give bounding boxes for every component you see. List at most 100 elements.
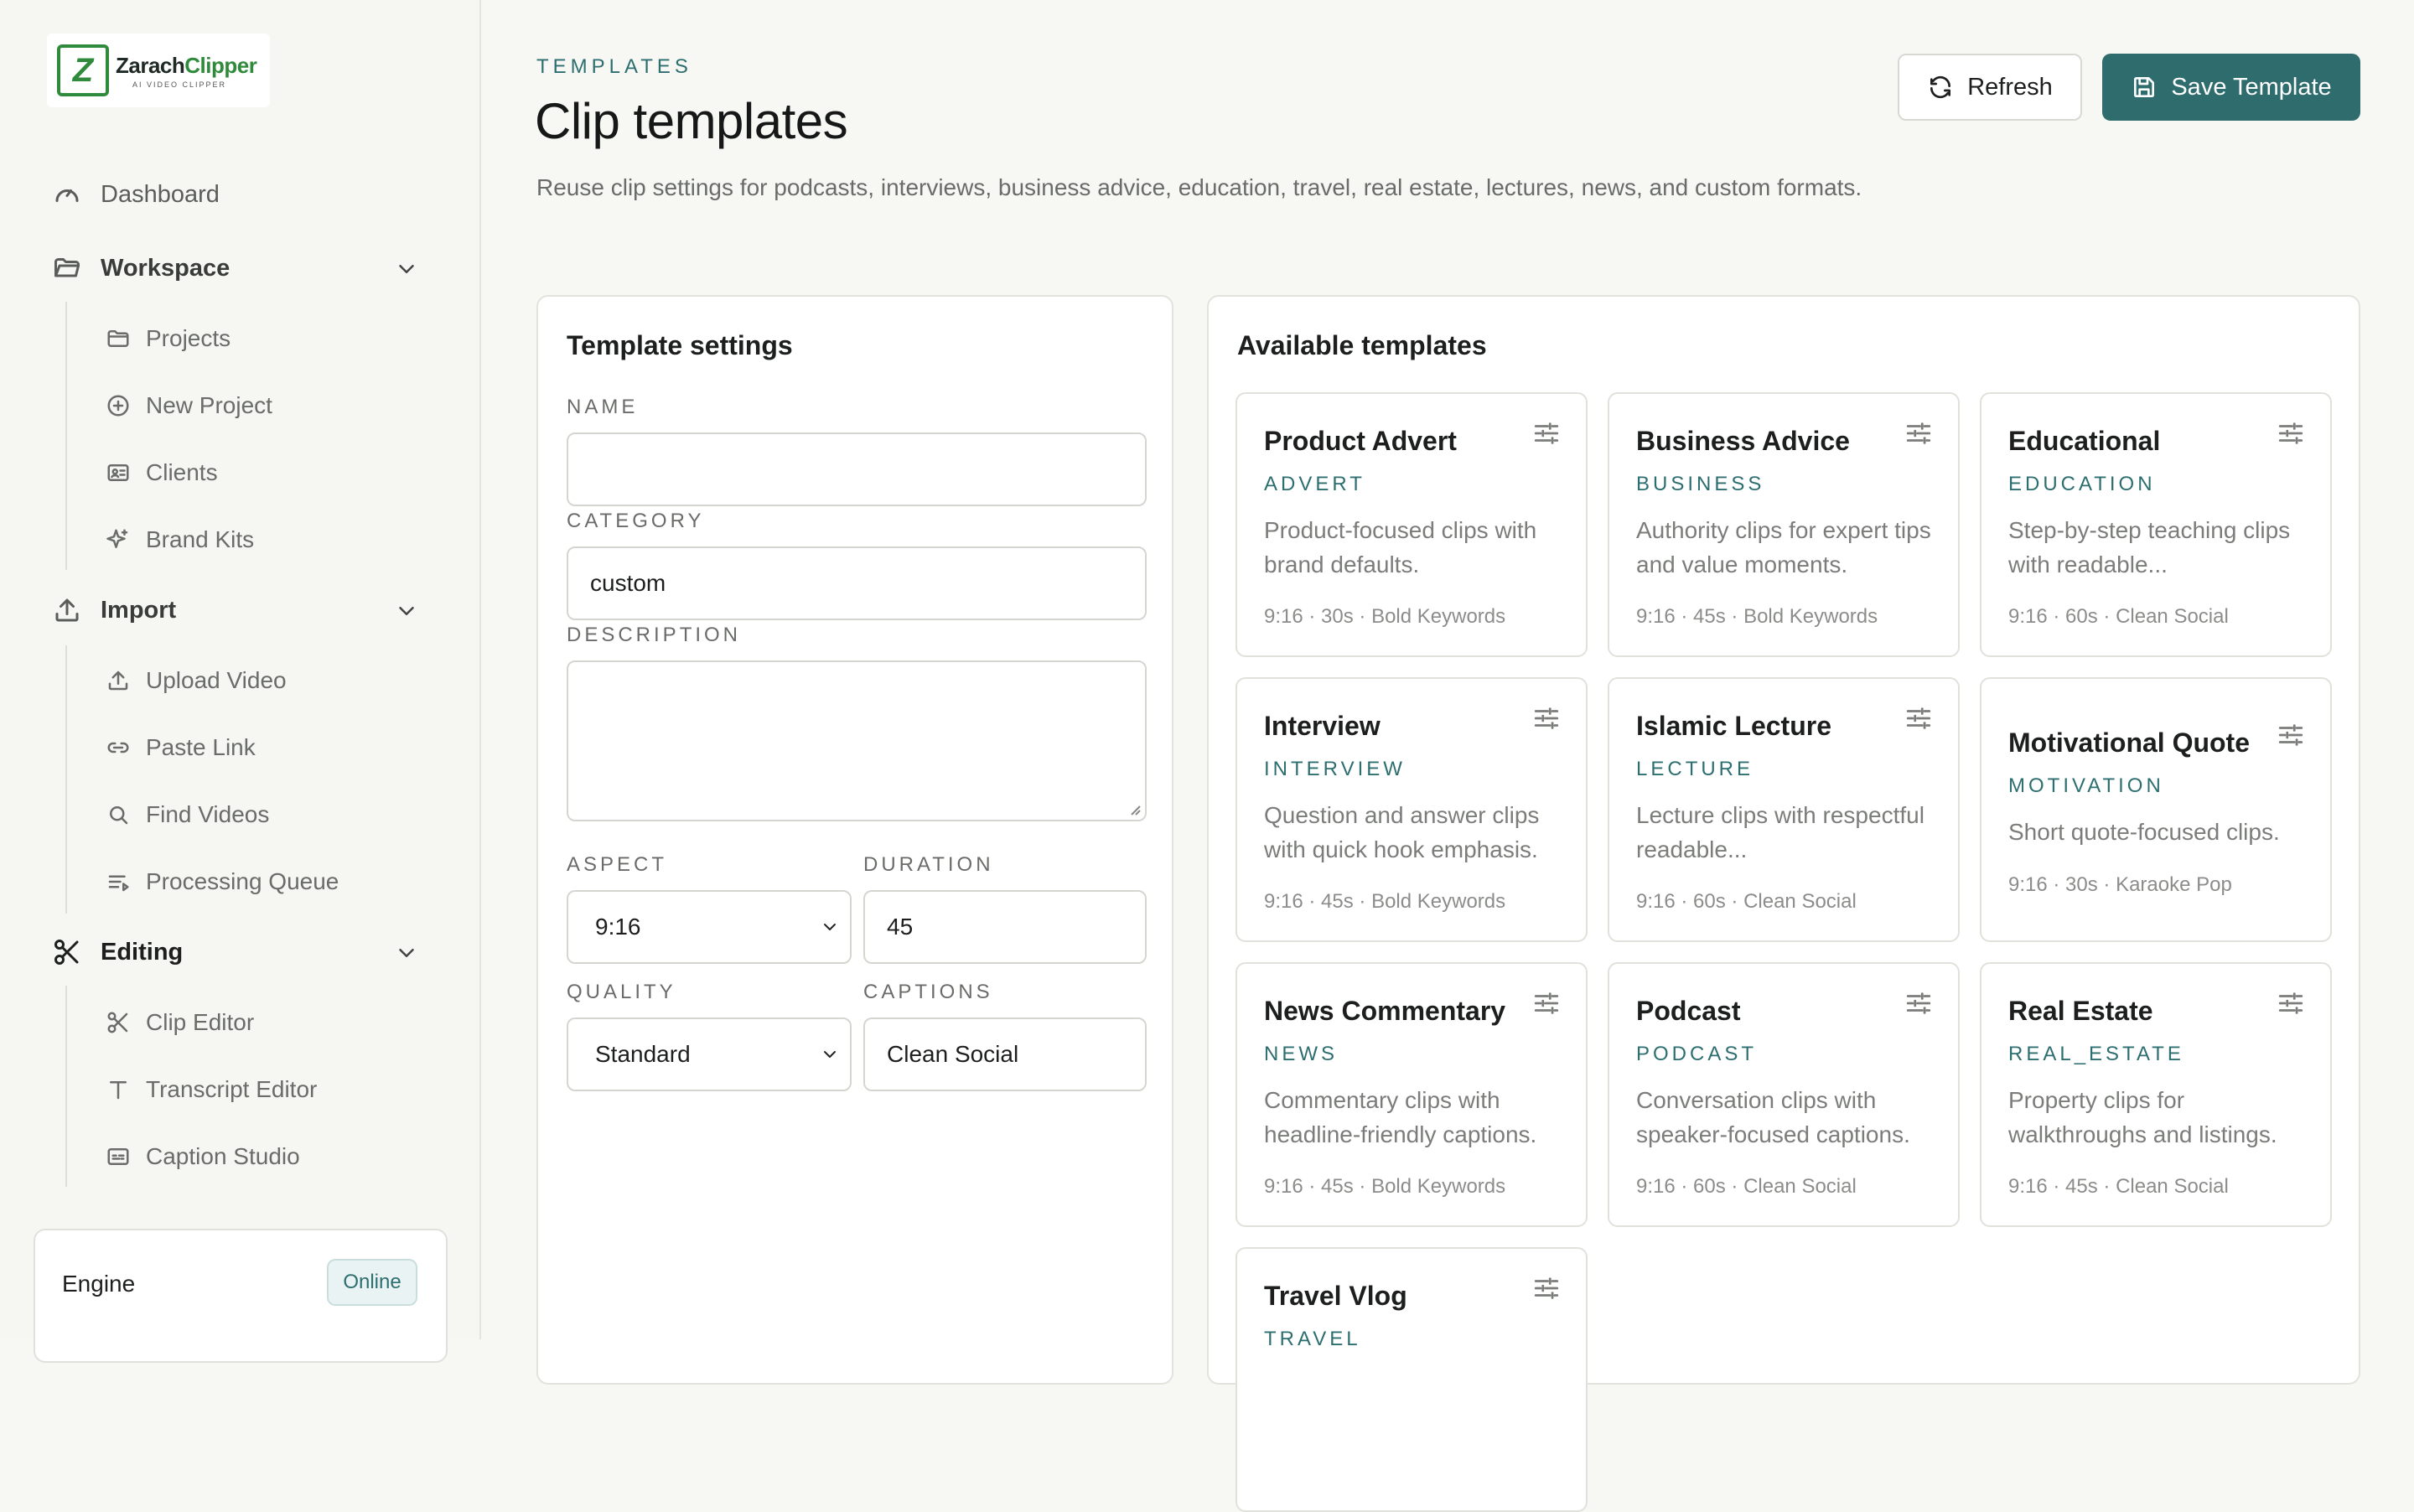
template-name: Motivational Quote xyxy=(2008,728,2250,758)
template-name: Business Advice xyxy=(1636,426,1850,456)
template-card-islamic-lecture[interactable]: Islamic Lecture LECTURE Lecture clips wi… xyxy=(1608,677,1960,942)
save-template-button[interactable]: Save Template xyxy=(2102,54,2360,121)
template-card-motivational-quote[interactable]: Motivational Quote MOTIVATION Short quot… xyxy=(1980,677,2332,942)
folder-open-icon xyxy=(52,253,82,283)
sliders-icon[interactable] xyxy=(1532,1274,1561,1302)
sidebar-item-upload-video[interactable]: Upload Video xyxy=(106,664,287,697)
template-card-travel-vlog[interactable]: Travel Vlog TRAVEL xyxy=(1235,1247,1588,1512)
chevron-down-icon[interactable] xyxy=(394,256,419,282)
sliders-icon[interactable] xyxy=(1904,704,1933,733)
template-description: Step-by-step teaching clips with readabl… xyxy=(2008,517,2291,577)
sliders-icon[interactable] xyxy=(2277,721,2305,749)
template-description: Lecture clips with respectful readable..… xyxy=(1636,802,1924,862)
template-category: BUSINESS xyxy=(1636,473,1765,495)
nav-dashboard-label: Dashboard xyxy=(101,180,220,208)
duration-field[interactable]: 45 xyxy=(863,890,1147,964)
chevron-down-icon[interactable] xyxy=(394,940,419,966)
chevron-down-icon[interactable] xyxy=(394,598,419,624)
sidebar-item-caption-studio[interactable]: Caption Studio xyxy=(106,1140,300,1173)
sidebar-item-label: New Project xyxy=(146,392,272,418)
chevron-down-icon xyxy=(820,1044,840,1064)
template-category: NEWS xyxy=(1264,1043,1338,1065)
template-card-educational[interactable]: Educational EDUCATION Step-by-step teach… xyxy=(1980,392,2332,657)
list-queue-icon xyxy=(106,869,131,894)
captions-field[interactable]: Clean Social xyxy=(863,1017,1147,1091)
sparkles-icon xyxy=(106,527,131,552)
sliders-icon[interactable] xyxy=(2277,419,2305,448)
duration-label: DURATION xyxy=(863,853,994,876)
quality-label: QUALITY xyxy=(567,981,676,1003)
template-meta: 9:16 · 60s · Clean Social xyxy=(1636,890,1857,913)
nav-section-editing-label: Editing xyxy=(101,938,184,966)
sidebar-item-brand-kits[interactable]: Brand Kits xyxy=(106,523,254,557)
template-meta: 9:16 · 45s · Bold Keywords xyxy=(1636,605,1878,628)
import-tree-line xyxy=(65,645,67,914)
refresh-icon xyxy=(1927,74,1954,101)
page-title: Clip templates xyxy=(535,93,848,149)
template-description: Product-focused clips with brand default… xyxy=(1264,517,1537,577)
template-category: EDUCATION xyxy=(2008,473,2156,495)
nav-dashboard[interactable]: Dashboard xyxy=(52,178,220,211)
template-card-podcast[interactable]: Podcast PODCAST Conversation clips with … xyxy=(1608,962,1960,1227)
sidebar-item-label: Transcript Editor xyxy=(146,1076,318,1102)
sidebar-item-paste-link[interactable]: Paste Link xyxy=(106,731,256,764)
refresh-button-label: Refresh xyxy=(1967,73,2053,101)
sidebar-item-transcript-editor[interactable]: Transcript Editor xyxy=(106,1073,317,1106)
sliders-icon[interactable] xyxy=(1532,419,1561,448)
scissors-icon xyxy=(106,1010,131,1035)
sidebar-item-find-videos[interactable]: Find Videos xyxy=(106,798,269,831)
template-category: MOTIVATION xyxy=(2008,774,2164,797)
template-meta: 9:16 · 30s · Bold Keywords xyxy=(1264,605,1506,628)
sidebar-item-label: Processing Queue xyxy=(146,868,339,894)
sidebar-item-label: Find Videos xyxy=(146,801,270,827)
editing-tree-line xyxy=(65,986,67,1187)
sidebar-item-projects[interactable]: Projects xyxy=(106,322,231,355)
sidebar-item-label: Paste Link xyxy=(146,734,256,760)
nav-section-editing[interactable]: Editing xyxy=(52,935,183,969)
template-name: Interview xyxy=(1264,711,1381,741)
template-name: Islamic Lecture xyxy=(1636,711,1831,741)
sliders-icon[interactable] xyxy=(1532,989,1561,1017)
nav-section-workspace[interactable]: Workspace xyxy=(52,251,230,285)
link-icon xyxy=(106,735,131,760)
upload-icon xyxy=(52,595,82,625)
template-category: LECTURE xyxy=(1636,758,1754,780)
template-meta: 9:16 · 45s · Bold Keywords xyxy=(1264,890,1506,913)
template-card-news-commentary[interactable]: News Commentary NEWS Commentary clips wi… xyxy=(1235,962,1588,1227)
category-field[interactable]: custom xyxy=(567,546,1147,620)
page-eyebrow: TEMPLATES xyxy=(536,55,692,78)
sidebar-item-new-project[interactable]: New Project xyxy=(106,389,272,422)
template-category: ADVERT xyxy=(1264,473,1365,495)
nav-section-import[interactable]: Import xyxy=(52,593,176,627)
template-card-business-advice[interactable]: Business Advice BUSINESS Authority clips… xyxy=(1608,392,1960,657)
workspace-tree-line xyxy=(65,302,67,570)
name-field[interactable] xyxy=(567,432,1147,506)
template-card-real-estate[interactable]: Real Estate REAL_ESTATE Property clips f… xyxy=(1980,962,2332,1227)
resize-grip-icon[interactable] xyxy=(1127,801,1142,816)
description-textarea[interactable] xyxy=(567,660,1147,821)
refresh-button[interactable]: Refresh xyxy=(1898,54,2082,121)
sliders-icon[interactable] xyxy=(2277,989,2305,1017)
sidebar-item-clip-editor[interactable]: Clip Editor xyxy=(106,1006,254,1039)
quality-select[interactable]: Standard xyxy=(567,1017,852,1091)
app-logo[interactable]: Z ZarachClipper AI VIDEO CLIPPER xyxy=(47,34,270,107)
aspect-select[interactable]: 9:16 xyxy=(567,890,852,964)
template-category: INTERVIEW xyxy=(1264,758,1406,780)
sliders-icon[interactable] xyxy=(1904,989,1933,1017)
sidebar-item-processing-queue[interactable]: Processing Queue xyxy=(106,865,339,898)
brand-name-prefix: Zarach xyxy=(116,52,185,78)
template-card-product-advert[interactable]: Product Advert ADVERT Product-focused cl… xyxy=(1235,392,1588,657)
scissors-icon xyxy=(52,937,82,967)
text-type-icon xyxy=(106,1077,131,1102)
template-card-interview[interactable]: Interview INTERVIEW Question and answer … xyxy=(1235,677,1588,942)
sidebar-item-clients[interactable]: Clients xyxy=(106,456,218,489)
template-name: Real Estate xyxy=(2008,996,2153,1026)
captions-icon xyxy=(106,1144,131,1169)
sliders-icon[interactable] xyxy=(1532,704,1561,733)
sliders-icon[interactable] xyxy=(1904,419,1933,448)
folder-icon xyxy=(106,326,131,351)
sidebar-item-label: Upload Video xyxy=(146,667,287,693)
template-meta: 9:16 · 60s · Clean Social xyxy=(1636,1175,1857,1198)
sidebar: Z ZarachClipper AI VIDEO CLIPPER Dashboa… xyxy=(0,0,481,1363)
template-meta: 9:16 · 45s · Clean Social xyxy=(2008,1175,2229,1198)
